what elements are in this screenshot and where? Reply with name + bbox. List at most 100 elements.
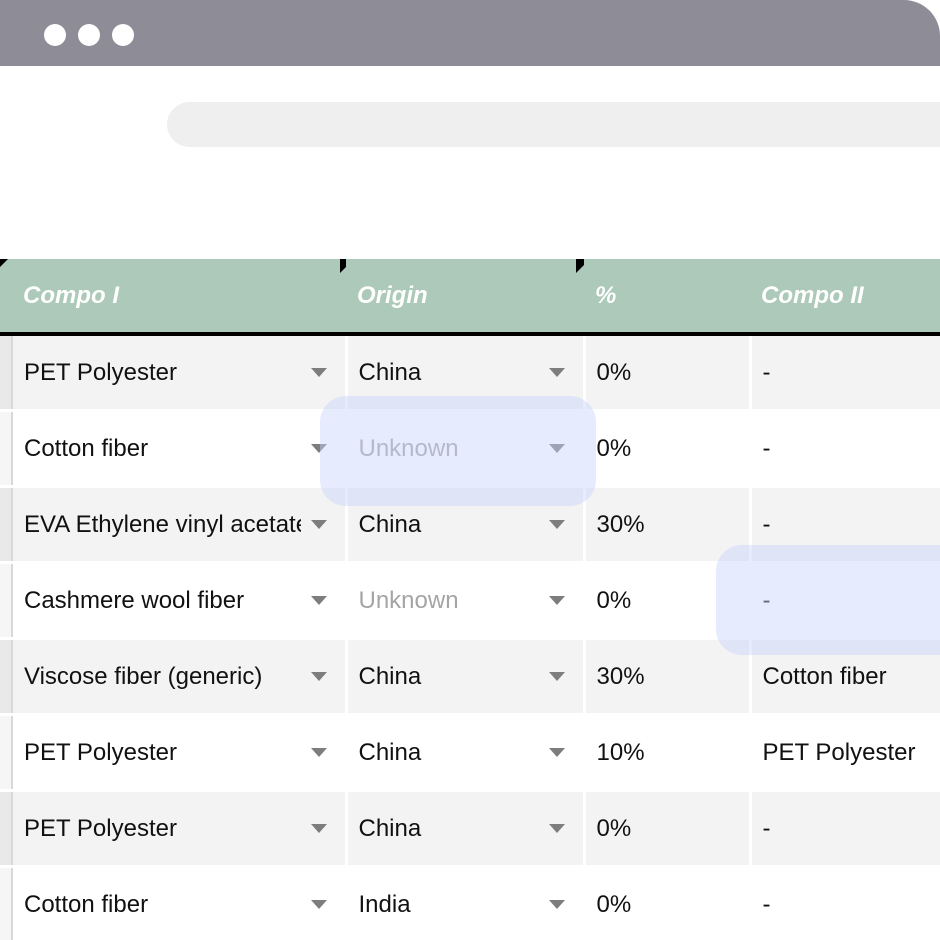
percent-cell[interactable]: 30% <box>584 486 752 564</box>
dropdown-caret-icon[interactable] <box>310 520 327 529</box>
origin-select[interactable]: India <box>346 866 586 940</box>
dropdown-area[interactable] <box>300 412 343 484</box>
compo-2-cell[interactable]: - <box>750 410 940 488</box>
origin-select[interactable]: China <box>346 334 586 412</box>
dropdown-caret-icon[interactable] <box>548 596 565 605</box>
compo-1-select[interactable]: PET Polyester <box>12 334 348 412</box>
row-header-cell[interactable] <box>0 714 13 792</box>
column-header-compo-1[interactable]: Compo I <box>12 259 354 336</box>
table-row: PET Polyester China 0% - <box>0 334 940 412</box>
dropdown-area[interactable] <box>300 716 343 788</box>
cell-value: PET Polyester <box>24 738 177 766</box>
dropdown-caret-icon[interactable] <box>310 824 327 833</box>
compo-2-cell[interactable]: Cotton fiber <box>750 638 940 716</box>
percent-cell[interactable]: 10% <box>584 714 752 792</box>
compo-1-select[interactable]: Cotton fiber <box>12 866 348 940</box>
percent-cell[interactable]: 30% <box>584 638 752 716</box>
dropdown-area[interactable] <box>538 564 581 636</box>
dropdown-area[interactable] <box>538 640 581 712</box>
cell-value: 0% <box>596 434 632 462</box>
dropdown-area[interactable] <box>538 412 581 484</box>
cell-value: - <box>762 890 771 918</box>
dropdown-caret-icon[interactable] <box>310 748 327 757</box>
column-header-compo-2[interactable]: Compo II <box>750 259 940 336</box>
dropdown-caret-icon[interactable] <box>548 520 565 529</box>
origin-select[interactable]: Unknown <box>346 410 586 488</box>
row-header-cell[interactable] <box>0 866 13 940</box>
cell-value: 0% <box>596 890 632 918</box>
compo-1-select[interactable]: Viscose fiber (generic) <box>12 638 348 716</box>
compo-2-cell[interactable]: - <box>750 790 940 868</box>
cell-value: Viscose fiber (generic) <box>24 662 263 690</box>
compo-2-cell[interactable]: - <box>750 334 940 412</box>
dropdown-area[interactable] <box>300 868 343 940</box>
percent-cell[interactable]: 0% <box>584 334 752 412</box>
compo-1-select[interactable]: EVA Ethylene vinyl acetate <box>12 486 348 564</box>
window-close-dot[interactable] <box>44 24 66 46</box>
dropdown-caret-icon[interactable] <box>548 444 565 453</box>
compo-2-cell[interactable]: - <box>750 866 940 940</box>
origin-select[interactable]: China <box>346 486 586 564</box>
dropdown-area[interactable] <box>300 488 343 560</box>
dropdown-area[interactable] <box>300 564 343 636</box>
compo-2-cell[interactable]: PET Polyester <box>750 714 940 792</box>
dropdown-caret-icon[interactable] <box>310 444 327 453</box>
cell-value: China <box>358 662 422 690</box>
row-header-cell[interactable] <box>0 638 13 716</box>
dropdown-caret-icon[interactable] <box>548 824 565 833</box>
column-header-percent[interactable]: % <box>584 259 750 336</box>
cell-value: 30% <box>596 510 645 538</box>
column-header-label: % <box>595 281 617 309</box>
origin-select[interactable]: China <box>346 714 586 792</box>
percent-cell[interactable]: 0% <box>584 562 752 640</box>
dropdown-area[interactable] <box>300 336 343 408</box>
origin-select[interactable]: China <box>346 790 586 868</box>
dropdown-caret-icon[interactable] <box>310 596 327 605</box>
dropdown-area[interactable] <box>538 716 581 788</box>
compo-2-cell[interactable]: - <box>750 486 940 564</box>
row-header-cell[interactable] <box>0 334 13 412</box>
dropdown-caret-icon[interactable] <box>548 748 565 757</box>
window-minimize-dot[interactable] <box>78 24 100 46</box>
cell-value: 10% <box>596 738 645 766</box>
row-header-cell[interactable] <box>0 562 13 640</box>
cell-value: PET Polyester <box>24 814 177 842</box>
compo-1-select[interactable]: Cashmere wool fiber <box>12 562 348 640</box>
dropdown-area[interactable] <box>538 336 581 408</box>
address-bar[interactable] <box>167 102 940 147</box>
cell-value: Cotton fiber <box>762 662 887 690</box>
percent-cell[interactable]: 0% <box>584 410 752 488</box>
cell-value: - <box>762 358 771 386</box>
compo-1-select[interactable]: PET Polyester <box>12 714 348 792</box>
origin-select[interactable]: China <box>346 638 586 716</box>
dropdown-caret-icon[interactable] <box>310 900 327 909</box>
dropdown-caret-icon[interactable] <box>310 368 327 377</box>
percent-cell[interactable]: 0% <box>584 790 752 868</box>
cell-value: Unknown <box>358 434 459 462</box>
compo-1-select[interactable]: Cotton fiber <box>12 410 348 488</box>
browser-window: Compo I Origin % Compo II PET Polyester C… <box>0 0 940 940</box>
compo-2-cell[interactable]: - <box>750 562 940 640</box>
dropdown-area[interactable] <box>300 792 343 864</box>
cell-value: - <box>762 586 771 614</box>
dropdown-area[interactable] <box>538 488 581 560</box>
dropdown-area[interactable] <box>300 640 343 712</box>
dropdown-caret-icon[interactable] <box>310 672 327 681</box>
cell-value: Cashmere wool fiber <box>24 586 245 614</box>
cell-value: China <box>358 358 422 386</box>
dropdown-area[interactable] <box>538 868 581 940</box>
dropdown-caret-icon[interactable] <box>548 900 565 909</box>
origin-select[interactable]: Unknown <box>346 562 586 640</box>
dropdown-caret-icon[interactable] <box>548 368 565 377</box>
cell-value: Cotton fiber <box>24 434 149 462</box>
percent-cell[interactable]: 0% <box>584 866 752 940</box>
dropdown-area[interactable] <box>538 792 581 864</box>
row-header-cell[interactable] <box>0 790 13 868</box>
table-row: EVA Ethylene vinyl acetate China 30% - <box>0 486 940 564</box>
row-header-cell[interactable] <box>0 410 13 488</box>
window-maximize-dot[interactable] <box>112 24 134 46</box>
column-header-origin[interactable]: Origin <box>346 259 590 336</box>
row-header-cell[interactable] <box>0 486 13 564</box>
dropdown-caret-icon[interactable] <box>548 672 565 681</box>
compo-1-select[interactable]: PET Polyester <box>12 790 348 868</box>
